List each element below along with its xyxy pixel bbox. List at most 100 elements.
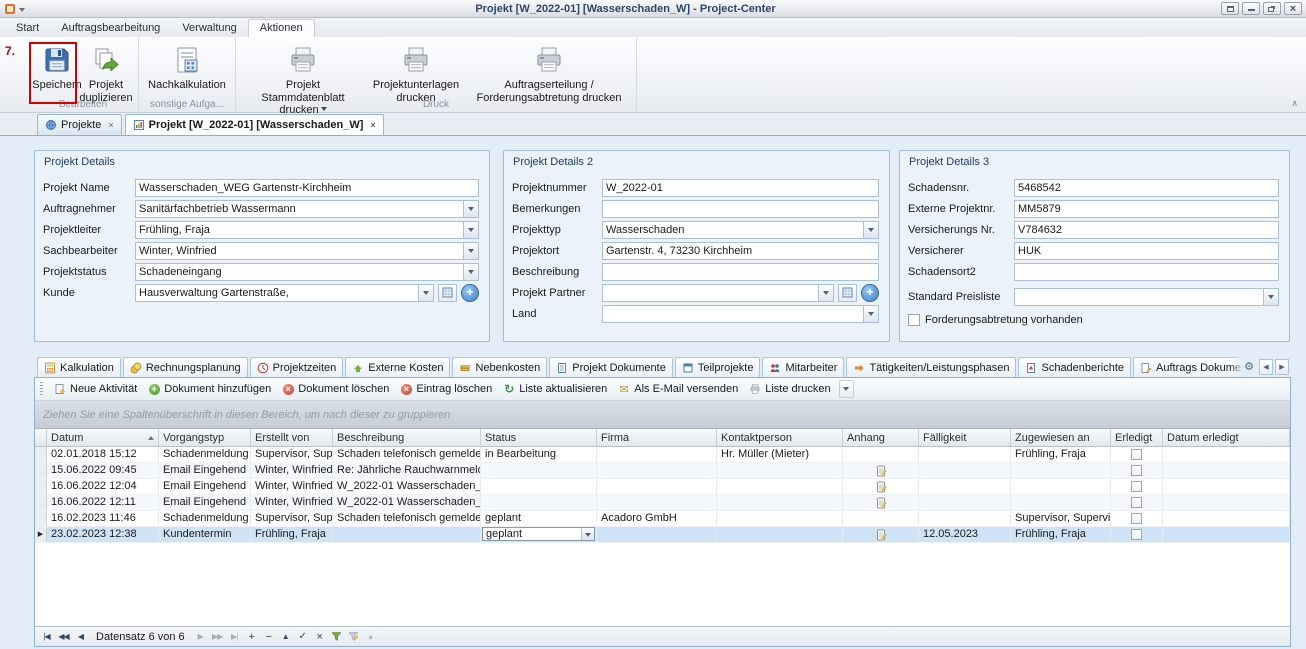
col-vorgangstyp[interactable]: Vorgangstyp	[159, 429, 251, 446]
erledigt-checkbox[interactable]	[1131, 449, 1142, 460]
col-erledigt[interactable]: Erledigt	[1111, 429, 1163, 446]
tab-projektzeiten[interactable]: Projektzeiten	[250, 357, 344, 377]
projekt-name-input[interactable]: Wasserschaden_WEG Gartenstr-Kirchheim	[135, 179, 479, 197]
chevron-down-icon[interactable]	[418, 285, 433, 301]
projektleiter-select[interactable]: Frühling, Fraja	[135, 221, 479, 239]
schadensort2-input[interactable]	[1014, 263, 1279, 281]
beschreibung-input[interactable]	[602, 263, 879, 281]
quick-access-caret-icon[interactable]	[19, 8, 25, 15]
eintrag-loeschen-button[interactable]: Eintrag löschen	[395, 381, 497, 397]
tab-scroll-right-button[interactable]: ▶	[1275, 359, 1289, 375]
col-datum[interactable]: Datum	[47, 429, 159, 446]
tab-schadenberichte[interactable]: Schadenberichte	[1018, 357, 1131, 377]
table-row[interactable]: 02.01.2018 15:12 Schadenmeldung Supervis…	[35, 447, 1290, 463]
col-beschreibung[interactable]: Beschreibung	[333, 429, 481, 446]
nav-next-button[interactable]	[193, 629, 208, 644]
minimize-button[interactable]	[1242, 2, 1260, 15]
tab-externe-kosten[interactable]: Externe Kosten	[345, 357, 450, 377]
window-popout-button[interactable]	[1221, 2, 1239, 15]
projektort-input[interactable]: Gartenstr. 4, 73230 Kirchheim	[602, 242, 879, 260]
erledigt-checkbox[interactable]	[1131, 465, 1142, 476]
chevron-down-icon[interactable]	[581, 528, 594, 540]
restore-button[interactable]	[1263, 2, 1281, 15]
chevron-down-icon[interactable]	[463, 264, 478, 280]
liste-drucken-button[interactable]: Liste drucken	[744, 381, 835, 397]
ribbon-tab-verwaltung[interactable]: Verwaltung	[171, 20, 247, 37]
tab-teilprojekte[interactable]: Teilprojekte	[675, 357, 761, 377]
standard-preisliste-select[interactable]	[1014, 288, 1279, 306]
nav-first-button[interactable]	[39, 629, 54, 644]
chevron-down-icon[interactable]	[463, 201, 478, 217]
toolbar-grip[interactable]	[40, 382, 43, 396]
col-datum-erledigt[interactable]: Datum erledigt	[1163, 429, 1290, 446]
toolbar-overflow-button[interactable]	[839, 380, 854, 398]
tab-close-icon[interactable]	[108, 120, 113, 130]
chevron-down-icon[interactable]	[863, 306, 878, 322]
col-erstellt-von[interactable]: Erstellt von	[251, 429, 333, 446]
ribbon-collapse-chevron[interactable]: ∧	[1291, 98, 1298, 109]
nav-next-page-button[interactable]	[210, 629, 225, 644]
ribbon-tab-aktionen[interactable]: Aktionen	[248, 19, 315, 37]
table-row-selected[interactable]: 23.02.2023 12:38 Kundentermin Frühling, …	[35, 527, 1290, 543]
tab-close-icon[interactable]	[370, 120, 375, 130]
erledigt-checkbox[interactable]	[1131, 481, 1142, 492]
close-button[interactable]	[1284, 2, 1302, 15]
col-firma[interactable]: Firma	[597, 429, 717, 446]
chevron-down-icon[interactable]	[863, 222, 878, 238]
tab-taetigkeiten[interactable]: Tätigkeiten/Leistungsphasen	[846, 357, 1016, 377]
status-editor[interactable]: geplant	[482, 527, 595, 541]
nav-append-button[interactable]	[244, 629, 259, 644]
nav-edit-button[interactable]	[278, 629, 293, 644]
neue-aktivitaet-button[interactable]: Neue Aktivität	[49, 381, 142, 397]
als-email-versenden-button[interactable]: Als E-Mail versenden	[613, 381, 743, 397]
table-row[interactable]: 16.02.2023 11:46 Schadenmeldung Supervis…	[35, 511, 1290, 527]
col-anhang[interactable]: Anhang	[843, 429, 919, 446]
group-by-panel[interactable]: Ziehen Sie eine Spaltenüberschrift in di…	[35, 401, 1290, 429]
chevron-down-icon[interactable]	[1263, 289, 1278, 305]
land-select[interactable]	[602, 305, 879, 323]
erledigt-checkbox[interactable]	[1131, 497, 1142, 508]
kunde-add-button[interactable]	[461, 284, 479, 302]
projektunterlagen-drucken-button[interactable]: Projektunterlagen drucken	[364, 42, 468, 106]
projektnummer-input[interactable]: W_2022-01	[602, 179, 879, 197]
chevron-down-icon[interactable]	[463, 222, 478, 238]
ribbon-tab-auftragsbearbeitung[interactable]: Auftragsbearbeitung	[50, 20, 171, 37]
filter-edit-icon[interactable]	[346, 629, 361, 644]
auftragserteilung-drucken-button[interactable]: Auftragserteilung / Forderungsabtretung …	[468, 42, 630, 106]
col-zugewiesen-an[interactable]: Zugewiesen an	[1011, 429, 1111, 446]
erledigt-checkbox[interactable]	[1131, 529, 1142, 540]
filter-icon[interactable]	[329, 629, 344, 644]
projekt-duplizieren-button[interactable]: Projekt duplizieren	[80, 42, 132, 106]
versicherer-input[interactable]: HUK	[1014, 242, 1279, 260]
versicherungs-nr-input[interactable]: V784632	[1014, 221, 1279, 239]
sachbearbeiter-select[interactable]: Winter, Winfried	[135, 242, 479, 260]
chevron-down-icon[interactable]	[463, 243, 478, 259]
nav-last-button[interactable]	[227, 629, 242, 644]
nachkalkulation-button[interactable]: Nachkalkulation	[145, 42, 229, 94]
liste-aktualisieren-button[interactable]: Liste aktualisieren	[498, 381, 612, 397]
externe-projektnr-input[interactable]: MM5879	[1014, 200, 1279, 218]
table-row[interactable]: 16.06.2022 12:04 Email Eingehend Winter,…	[35, 479, 1290, 495]
ribbon-tab-start[interactable]: Start	[5, 20, 50, 37]
projekt-partner-select[interactable]	[602, 284, 834, 302]
dokument-hinzufuegen-button[interactable]: Dokument hinzufügen	[143, 381, 276, 397]
projekt-partner-add-button[interactable]	[861, 284, 879, 302]
forderungsabtretung-checkbox[interactable]	[908, 314, 920, 326]
kunde-select[interactable]: Hausverwaltung Gartenstraße,	[135, 284, 434, 302]
nav-delete-button[interactable]	[261, 629, 276, 644]
nav-cancel-button[interactable]	[312, 629, 327, 644]
tab-scroll-left-button[interactable]: ◀	[1259, 359, 1273, 375]
projekt-partner-lookup-button[interactable]	[838, 284, 857, 302]
col-kontaktperson[interactable]: Kontaktperson	[717, 429, 843, 446]
doc-tab-projekt-w2022[interactable]: Projekt [W_2022-01] [Wasserschaden_W]	[125, 114, 384, 135]
tab-kalkulation[interactable]: Kalkulation	[37, 357, 121, 377]
tab-projekt-dokumente[interactable]: Projekt Dokumente	[549, 357, 673, 377]
tab-rechnungsplanung[interactable]: Rechnungsplanung	[123, 357, 248, 377]
chevron-down-icon[interactable]	[818, 285, 833, 301]
doc-tab-projekte[interactable]: Projekte	[37, 114, 122, 135]
table-row[interactable]: 15.06.2022 09:45 Email Eingehend Winter,…	[35, 463, 1290, 479]
dokument-loeschen-button[interactable]: Dokument löschen	[277, 381, 394, 397]
projektstatus-select[interactable]: Schadeneingang	[135, 263, 479, 281]
projekttyp-select[interactable]: Wasserschaden	[602, 221, 879, 239]
tab-mitarbeiter[interactable]: Mitarbeiter	[762, 357, 844, 377]
